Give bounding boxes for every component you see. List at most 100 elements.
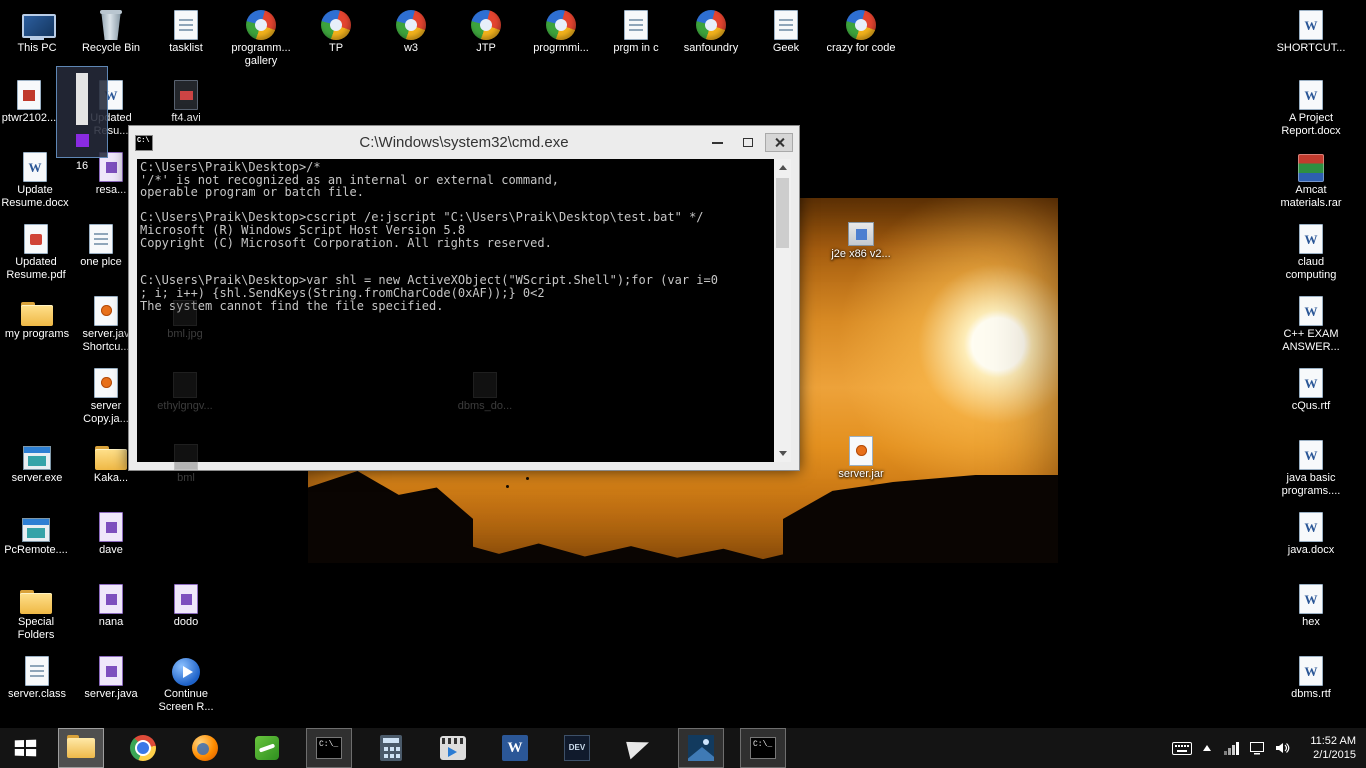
desktop-icon-server-jar[interactable]: server.jar [826, 432, 896, 481]
desktop-icon-server-java[interactable]: server.java [76, 652, 146, 701]
purple-file-icon [174, 584, 198, 614]
computer-icon [21, 14, 56, 40]
desktop-icon-dodo[interactable]: dodo [151, 580, 221, 629]
desktop-icon-a-project-report[interactable]: A Project Report.docx [1276, 76, 1346, 138]
taskbar-word[interactable] [492, 728, 538, 768]
desktop-icon-tp[interactable]: TP [301, 6, 371, 55]
desktop-icon-dbms-rtf[interactable]: dbms.rtf [1276, 652, 1346, 701]
touch-keyboard-button[interactable] [1169, 728, 1194, 768]
desktop-icon-jtp[interactable]: JTP [451, 6, 521, 55]
scrollbar[interactable] [774, 159, 791, 462]
taskbar-clock[interactable]: 11:52 AM 2/1/2015 [1300, 734, 1366, 762]
web-shortcut-icon [246, 10, 276, 40]
cmd-titlebar[interactable]: C:\Windows\system32\cmd.exe [129, 126, 799, 159]
green-app-icon [255, 736, 279, 760]
network-button[interactable] [1219, 728, 1244, 768]
scroll-up-arrow[interactable] [774, 159, 791, 176]
word-document-icon [1299, 440, 1323, 470]
desktop-icon-pcremote[interactable]: PcRemote.... [1, 508, 71, 557]
chevron-up-icon [1202, 745, 1211, 751]
ghost-icon-bml-jpg: bml.jpg [150, 292, 220, 341]
desktop-icon-cpp-exam-answer[interactable]: C++ EXAM ANSWER... [1276, 292, 1346, 354]
desktop-icon-shortcut[interactable]: SHORTCUT... [1276, 6, 1346, 55]
monitor-icon [1249, 742, 1264, 755]
desktop-icon-prgm-in-c[interactable]: prgm in c [601, 6, 671, 55]
desktop-icon-amcat-materials[interactable]: Amcat materials.rar [1276, 148, 1346, 210]
desktop-icon-one-plce[interactable]: one plce [66, 220, 136, 269]
desktop-icon-dave[interactable]: dave [76, 508, 146, 557]
console-output[interactable]: C:\Users\Praik\Desktop>/* '/*' is not re… [137, 159, 791, 462]
scroll-down-arrow[interactable] [774, 445, 791, 462]
volume-button[interactable] [1269, 728, 1294, 768]
taskbar-chrome[interactable] [120, 728, 166, 768]
desktop-icon-sanfoundry[interactable]: sanfoundry [676, 6, 746, 55]
selected-desktop-icon-16[interactable]: 16 [47, 66, 117, 173]
document-icon [89, 224, 113, 254]
window-title: C:\Windows\system32\cmd.exe [359, 134, 569, 151]
slider-icon [56, 66, 108, 158]
icon-label: Recycle Bin [81, 42, 141, 54]
desktop-icon-geek[interactable]: Geek [751, 6, 821, 55]
desktop-icon-j2e-x86[interactable]: j2e x86 v2... [826, 212, 896, 261]
start-button[interactable] [0, 728, 50, 768]
icon-label: Amcat materials.rar [1280, 184, 1342, 209]
word-document-icon [1299, 368, 1323, 398]
desktop-icon-progrmmi[interactable]: progrmmi... [526, 6, 596, 55]
cliff-right-silhouette [783, 475, 1058, 563]
icon-label: Kaka... [93, 472, 129, 484]
desktop-icon-special-folders[interactable]: Special Folders [1, 580, 71, 642]
firefox-icon [192, 735, 218, 761]
taskbar-calculator[interactable] [368, 728, 414, 768]
desktop-icon-cqus-rtf[interactable]: cQus.rtf [1276, 364, 1346, 413]
show-hidden-icons-button[interactable] [1194, 728, 1219, 768]
console-line: Microsoft (R) Windows Script Host Versio… [140, 222, 466, 237]
taskbar-firefox[interactable] [182, 728, 228, 768]
web-shortcut-icon [696, 10, 726, 40]
desktop-icon-server-exe[interactable]: server.exe [2, 436, 72, 485]
desktop-icon-nana[interactable]: nana [76, 580, 146, 629]
icon-label: C++ EXAM ANSWER... [1282, 328, 1340, 353]
web-shortcut-icon [321, 10, 351, 40]
taskbar-movie-maker[interactable] [430, 728, 476, 768]
taskbar-file-explorer[interactable] [58, 728, 104, 768]
icon-label: programm... gallery [231, 42, 291, 67]
close-icon [774, 137, 785, 148]
red-document-icon [17, 80, 41, 110]
display-button[interactable] [1244, 728, 1269, 768]
web-shortcut-icon [546, 10, 576, 40]
taskbar-dev-cpp[interactable] [554, 728, 600, 768]
taskbar-green-app[interactable] [244, 728, 290, 768]
taskbar-photos[interactable] [678, 728, 724, 768]
taskbar-mail[interactable] [616, 728, 662, 768]
desktop-icon-tasklist[interactable]: tasklist [151, 6, 221, 55]
desktop-icon-programm-gallery[interactable]: programm... gallery [226, 6, 296, 68]
cmd-window[interactable]: C:\Windows\system32\cmd.exe C:\Users\Pra… [128, 125, 800, 471]
desktop-icon-java-docx[interactable]: java.docx [1276, 508, 1346, 557]
web-shortcut-icon [396, 10, 426, 40]
scroll-thumb[interactable] [776, 178, 789, 248]
minimize-button[interactable] [703, 133, 731, 152]
desktop-icon-hex[interactable]: hex [1276, 580, 1346, 629]
desktop-icon-updated-resume-pdf[interactable]: Updated Resume.pdf [1, 220, 71, 282]
icon-label: ethylgngv... [157, 400, 213, 412]
folder-icon [21, 302, 53, 326]
desktop-icon-continue-screen-r[interactable]: Continue Screen R... [151, 652, 221, 714]
desktop-icon-crazy-for-code[interactable]: crazy for code [826, 6, 896, 55]
desktop-icon-claud-computing[interactable]: claud computing [1276, 220, 1346, 282]
desktop-icon-recycle-bin[interactable]: Recycle Bin [76, 6, 146, 55]
desktop-icon-java-basic-programs[interactable]: java basic programs.... [1276, 436, 1346, 498]
maximize-button[interactable] [734, 133, 762, 152]
desktop-icon-my-programs[interactable]: my programs [2, 292, 72, 341]
word-document-icon [1299, 656, 1323, 686]
desktop-icon-w3[interactable]: w3 [376, 6, 446, 55]
java-file-icon [94, 368, 118, 398]
desktop-icon-this-pc[interactable]: This PC [2, 6, 72, 55]
paper-plane-icon [626, 736, 652, 760]
ghost-icon-bml: bml [151, 436, 221, 485]
close-button[interactable] [765, 133, 793, 152]
taskbar-cmd-2[interactable] [740, 728, 786, 768]
desktop-icon-server-class[interactable]: server.class [2, 652, 72, 701]
icon-label: A Project Report.docx [1281, 112, 1341, 137]
desktop-icon-ft4-avi[interactable]: ft4.avi [151, 76, 221, 125]
taskbar-cmd[interactable] [306, 728, 352, 768]
